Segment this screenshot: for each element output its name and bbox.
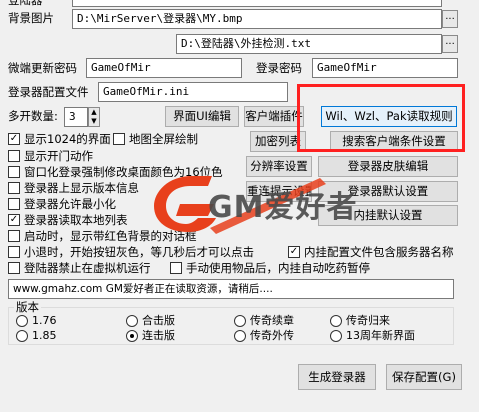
plugin-path-input[interactable]: D:\登陆器\外挂检测.txt	[176, 34, 442, 54]
multi-open-spinner[interactable]: ▲ ▼	[88, 107, 100, 127]
highlight-rect	[297, 84, 465, 152]
update-password-input[interactable]: GameOfMir	[86, 58, 242, 78]
check-mark-icon: ✓	[288, 246, 300, 258]
checkbox-map-fullscreen[interactable]: 地图全屏绘制	[113, 131, 198, 147]
checkbox-no-vm[interactable]: 登陆器禁止在虚拟机运行	[8, 260, 151, 276]
checkbox-door-action[interactable]: 显示开门动作	[8, 148, 93, 164]
radio-version-lianji[interactable]: 连击版	[126, 329, 175, 343]
checkbox-show-version[interactable]: 登录器上显示版本信息	[8, 180, 139, 196]
radio-version-waizhuan[interactable]: 传奇外传	[234, 329, 294, 343]
ui-edit-button[interactable]: 界面UI编辑	[165, 106, 239, 127]
radio-version-guilai[interactable]: 传奇归来	[330, 314, 390, 328]
bg-image-input[interactable]: D:\MirServer\登录器\MY.bmp	[72, 9, 442, 29]
checkbox-allow-minimize[interactable]: 登录器允许最小化	[8, 196, 116, 212]
top-label: 登陆器	[8, 0, 43, 7]
top-field[interactable]	[72, 0, 442, 7]
login-password-input[interactable]: GameOfMir	[312, 58, 458, 78]
radio-version-heji[interactable]: 合击版	[126, 314, 175, 328]
plugin-path-browse-button[interactable]: ...	[442, 35, 458, 53]
bg-image-label: 背景图片	[8, 11, 54, 25]
bg-image-browse-button[interactable]: ...	[442, 10, 458, 28]
radio-version-176[interactable]: 1.76	[16, 314, 57, 328]
radio-version-13th[interactable]: 13周年新界面	[330, 329, 415, 343]
status-text: www.gmahz.com GM爱好者正在读取资源，请稍后....	[8, 279, 454, 299]
multi-open-input[interactable]: 3	[64, 107, 88, 127]
checkbox-gray-start-button[interactable]: 小退时，开始按钮灰色，等几秒后才可以点击	[8, 244, 254, 260]
update-password-label: 微端更新密码	[8, 61, 77, 75]
generate-button[interactable]: 生成登录器	[298, 364, 376, 390]
version-group-label: 版本	[14, 299, 41, 315]
radio-version-xuzhang[interactable]: 传奇续章	[234, 314, 294, 328]
checkbox-config-server-name[interactable]: ✓ 内挂配置文件包含服务器名称	[288, 244, 454, 260]
radio-version-185[interactable]: 1.85	[16, 329, 57, 343]
client-plugin-button[interactable]: 客户端插件	[244, 106, 304, 127]
multi-open-label: 多开数量:	[8, 109, 58, 123]
check-mark-icon: ✓	[8, 214, 20, 226]
config-file-input[interactable]: GameOfMir.ini	[98, 82, 288, 102]
check-mark-icon: ✓	[8, 133, 20, 145]
checkbox-show-1024[interactable]: ✓ 显示1024的界面	[8, 131, 111, 147]
checkbox-read-local-list[interactable]: ✓ 登录器读取本地列表	[8, 212, 128, 228]
login-password-label: 登录密码	[256, 61, 302, 75]
checkbox-pause-auto-potion[interactable]: 手动使用物品后，内挂自动吃药暂停	[170, 260, 370, 276]
watermark-text: GM爱好者	[208, 190, 358, 225]
config-file-label: 登录器配置文件	[8, 85, 89, 99]
save-config-button[interactable]: 保存配置(G)	[386, 364, 462, 390]
watermark: GM爱好者	[150, 166, 410, 238]
